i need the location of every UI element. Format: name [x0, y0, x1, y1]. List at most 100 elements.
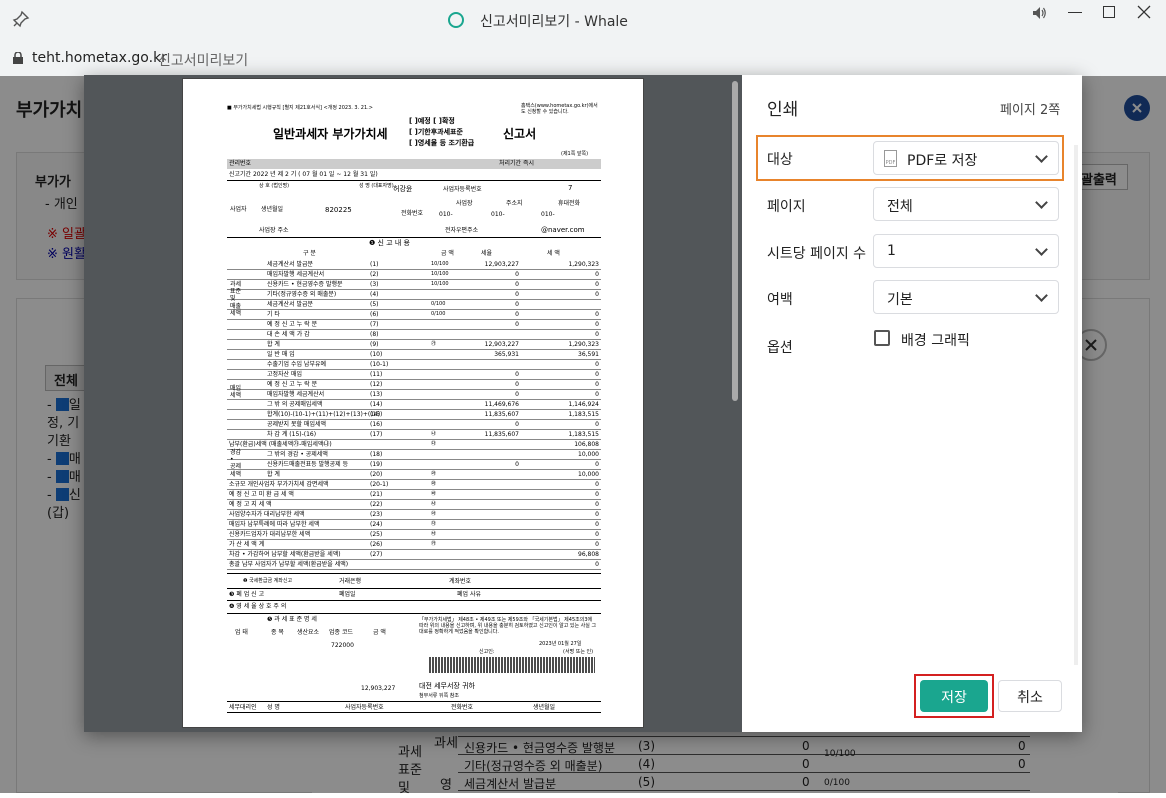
form-row-tax: 1,183,515 [568, 431, 599, 438]
form-birth-label: 생년월일 [261, 206, 284, 213]
form-row-amount: 0 [515, 311, 519, 318]
form-row-tax: 0 [595, 361, 599, 368]
form-row-no: (5) [370, 301, 379, 308]
form-group-sales: 과세 표준 및 매출 세액 [230, 281, 242, 317]
form-table-row: 예 정 고 지 세 액 (22) ㉴ 0 [227, 500, 601, 510]
speaker-icon[interactable] [1031, 5, 1047, 21]
form-row-no: (7) [370, 321, 379, 328]
form-row-no: (27) [370, 551, 383, 558]
bg-graphics-checkbox[interactable] [874, 330, 890, 346]
url-host[interactable]: teht.hometax.go.kr [32, 50, 167, 66]
print-preview-area[interactable]: ■ 부가가치세법 시행규칙 [별지 제21호서식] <개정 2023. 3. 2… [84, 75, 742, 732]
print-dialog: ■ 부가가치세법 시행규칙 [별지 제21호서식] <개정 2023. 3. 2… [84, 75, 1082, 732]
form-row-label: 예 정 고 지 세 액 [229, 501, 272, 508]
margin-value: 기본 [887, 292, 913, 308]
form-table-row: 기타(정규영수증 외 매출분) (4) 0 0 [227, 290, 601, 300]
form-phone-val: 010- [439, 211, 453, 218]
form-row-label: 예 정 신 고 누 락 분 [267, 381, 318, 388]
form-tax-std-col: 업 태 [235, 629, 248, 636]
form-row-no: (18) [370, 451, 383, 458]
form-title-opt: [ ]기한후과세표준 [409, 128, 463, 136]
form-row-rate: ㉵ [431, 511, 437, 517]
form-signature-image [429, 657, 595, 673]
maximize-icon[interactable] [1103, 6, 1115, 18]
form-table-row: 총괄 납부 사업자가 납부할 세액(환급받을 세액) 0 [227, 560, 601, 570]
form-row-label: 세금계산서 발급분 [267, 301, 314, 308]
sheets-select[interactable]: 1 [873, 234, 1059, 268]
form-period: 신고기간 2022 년 제 2 기 ( 07 월 01 일 ~ 12 월 31 … [229, 171, 378, 178]
form-declaration: 「부가가치세법」 제48조 • 제49조 또는 제59조와 「국세기본법」 제4… [419, 617, 597, 635]
form-phone-val: 010- [541, 211, 555, 218]
form-row-no: (20-1) [370, 481, 389, 488]
form-title-opt: [ ]예정 [ ]확정 [409, 117, 455, 125]
form-rep-name: 허강윤 [393, 185, 413, 193]
form-std-amount: 12,903,227 [361, 685, 396, 692]
form-closure-date: 폐업일 [339, 591, 356, 598]
form-row-no: (3) [370, 281, 379, 288]
form-row-rate: ㉶ [431, 521, 437, 527]
form-attach: 첨부서류 뒤쪽 참조 [419, 693, 459, 699]
cancel-button[interactable]: 취소 [998, 680, 1062, 712]
close-window-icon[interactable] [1136, 4, 1152, 20]
form-row-tax: 0 [595, 501, 599, 508]
form-table-row: 가 산 세 액 계 (26) ㉸ 0 [227, 540, 601, 550]
form-closure: ❸ 폐 업 신 고 [229, 591, 265, 598]
form-email: @naver.com [541, 226, 585, 234]
form-row-amount: 11,835,607 [484, 431, 519, 438]
form-table-row: 합계(10)-(10-1)+(11)+(12)+(13)+(14) (15) 11,… [227, 410, 601, 420]
form-row-label: 매입자발행 세금계산서 [267, 271, 325, 278]
save-button[interactable]: 저장 [920, 680, 988, 712]
form-row-no: (15) [370, 411, 383, 418]
form-signer-note: (서명 또는 인) [563, 649, 594, 655]
form-zero-rate: ❹ 영 세 율 상 호 주 의 [229, 603, 287, 610]
form-row-amount: 0 [515, 421, 519, 428]
form-row-no: (9) [370, 341, 379, 348]
form-row-no: (21) [370, 491, 383, 498]
form-row-label: 차감 • 가감하여 납부할 세액(환급받을 세액) [229, 551, 341, 558]
form-table-row: 그 밖 의 공제매입세액 (14) 11,469,676 1,146,924 [227, 400, 601, 410]
destination-select[interactable]: PDF PDF로 저장 [873, 141, 1059, 175]
form-row-amount: 12,903,227 [484, 261, 519, 268]
preview-scrollbar[interactable] [732, 81, 738, 401]
form-row-tax: 0 [595, 491, 599, 498]
form-industry-code: 722000 [331, 642, 354, 649]
form-header-right: 홈택스(www.hometax.go.kr)에서도 신청할 수 있습니다. [521, 103, 598, 115]
form-agent-cell: 세무대리인 [229, 704, 257, 711]
form-table-row: 공제받지 못할 매입세액 (16) 0 0 [227, 420, 601, 430]
form-row-tax: 1,290,323 [568, 341, 599, 348]
form-row-amount: 0 [515, 281, 519, 288]
form-table-row: 수출기업 수입 납부유예 (10-1) 0 [227, 360, 601, 370]
form-row-no: (14) [370, 401, 383, 408]
form-table-row: 납부(환급)세액 (매출세액㉮-매입세액㉯) ㉰ 106,808 [227, 440, 601, 450]
form-row-label: 공제받지 못할 매입세액 [267, 421, 327, 428]
pages-select[interactable]: 전체 [873, 187, 1059, 221]
form-row-label: 예 정 신 고 누 락 분 [267, 321, 318, 328]
url-page-title: 신고서미리보기 [158, 53, 249, 69]
chevron-down-icon [1035, 150, 1048, 163]
chevron-down-icon [1035, 243, 1048, 256]
pages-value: 전체 [887, 199, 913, 215]
minimize-icon[interactable] [1068, 12, 1082, 13]
form-row-no: (24) [370, 521, 383, 528]
form-row-tax: 0 [595, 281, 599, 288]
form-row-no: (17) [370, 431, 383, 438]
margin-select[interactable]: 기본 [873, 280, 1059, 314]
form-row-tax: 0 [595, 421, 599, 428]
form-col-header: 금 액 [441, 250, 454, 257]
form-row-label: 신용카드업자가 대리납부한 세액 [229, 531, 311, 538]
form-refund: ❷ 국세환급금 계좌신고 [243, 578, 293, 584]
form-table-row: 신용카드매출전표등 발행공제 등 (19) 0 0 [227, 460, 601, 470]
pages-label: 페이지 [767, 199, 806, 215]
form-name-label: 상 호 (법인명) [259, 183, 290, 189]
form-row-label: 합 계 [267, 341, 280, 348]
form-header-left: ■ 부가가치세법 시행규칙 [별지 제21호서식] <개정 2023. 3. 2… [227, 105, 373, 111]
form-row-tax: 0 [595, 521, 599, 528]
form-col-header: 세율 [481, 250, 493, 257]
pin-icon[interactable] [12, 10, 30, 28]
form-tax-std-col: 금 액 [373, 629, 386, 636]
form-row-rate: 10/100 [431, 281, 449, 287]
form-table-row: 매입자 납부특례에 따라 납부한 세액 (24) ㉶ 0 [227, 520, 601, 530]
form-row-no: (23) [370, 511, 383, 518]
form-row-amount: 0 [515, 291, 519, 298]
form-row-tax: 0 [595, 381, 599, 388]
